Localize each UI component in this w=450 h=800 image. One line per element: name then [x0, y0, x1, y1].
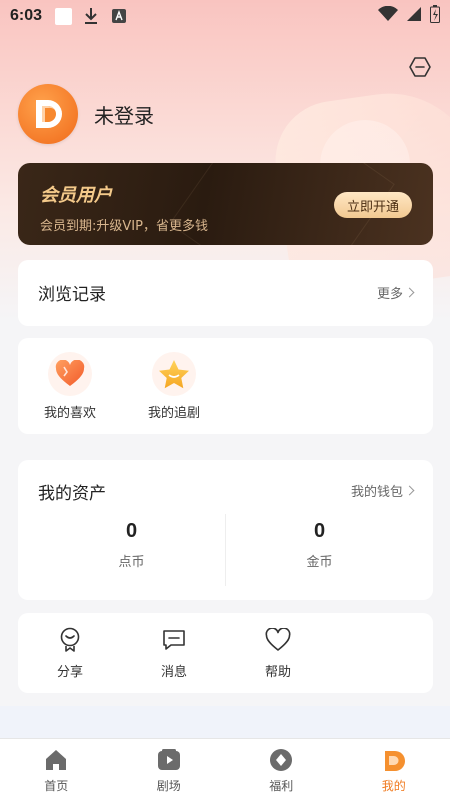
wifi-icon: [378, 5, 398, 26]
bottom-spacer: [0, 706, 450, 740]
my-assets-title: 我的资产: [38, 484, 106, 504]
gold-coins-label: 金币: [306, 555, 333, 570]
chevron-right-icon: [404, 287, 415, 298]
status-bar: 6:03: [0, 0, 450, 32]
browse-history-title: 浏览记录: [38, 285, 106, 305]
settings-button[interactable]: [409, 56, 431, 78]
tab-theater[interactable]: 剧场: [113, 739, 226, 800]
help-label: 帮助: [264, 665, 291, 680]
heart-icon: [48, 352, 92, 396]
my-likes-label: 我的喜欢: [43, 406, 96, 421]
history-more-link[interactable]: 更多: [376, 283, 415, 302]
message-icon: [161, 627, 187, 653]
gold-coins-value: 0: [313, 520, 326, 542]
status-time: 6:03: [10, 7, 43, 24]
tools-card: 分享 消息 帮助: [18, 613, 433, 693]
help-heart-icon: [265, 627, 291, 653]
tab-welfare-label: 福利: [269, 779, 294, 793]
app-logo-icon: [36, 100, 62, 128]
my-likes-button[interactable]: 我的喜欢: [30, 352, 110, 421]
profile-section[interactable]: 未登录: [18, 83, 154, 145]
tab-theater-label: 剧场: [156, 779, 181, 793]
notification-box-icon: [54, 7, 72, 25]
settings-hexagon-icon: [409, 57, 431, 77]
home-icon: [43, 747, 69, 773]
tab-profile-label: 我的: [381, 779, 406, 793]
tab-home[interactable]: 首页: [0, 739, 113, 800]
welfare-icon: [268, 747, 294, 773]
my-assets-card: 我的资产 我的钱包 0 点币 0 金币: [18, 460, 433, 600]
gold-coins-item[interactable]: 0 金币: [216, 520, 423, 570]
my-series-label: 我的追剧: [147, 406, 200, 421]
my-series-button[interactable]: 我的追剧: [134, 352, 214, 421]
login-status-text[interactable]: 未登录: [94, 100, 154, 129]
share-button[interactable]: 分享: [30, 627, 110, 680]
coin-points-item[interactable]: 0 点币: [28, 520, 235, 570]
coin-points-label: 点币: [118, 555, 145, 570]
share-icon: [57, 627, 83, 653]
messages-label: 消息: [160, 665, 187, 680]
chevron-right-icon: [404, 485, 415, 496]
battery-icon: [430, 5, 440, 27]
quick-access-card: 我的喜欢 我的追剧: [18, 338, 433, 434]
signal-icon: [406, 6, 422, 26]
star-icon: [152, 352, 196, 396]
vip-title: 会员用户: [40, 185, 112, 206]
coin-points-value: 0: [125, 520, 138, 542]
tab-profile[interactable]: 我的: [338, 739, 450, 800]
share-label: 分享: [56, 665, 83, 680]
messages-button[interactable]: 消息: [134, 627, 214, 680]
browse-history-card[interactable]: 浏览记录 更多: [18, 260, 433, 326]
help-button[interactable]: 帮助: [238, 627, 318, 680]
font-app-icon: [110, 7, 128, 25]
theater-icon: [156, 747, 182, 773]
wallet-label: 我的钱包: [350, 485, 403, 500]
tab-home-label: 首页: [44, 779, 69, 793]
vip-open-button[interactable]: 立即开通: [334, 192, 412, 218]
tab-welfare[interactable]: 福利: [225, 739, 338, 800]
bottom-tab-bar: 首页 剧场 福利 我的: [0, 738, 450, 800]
vip-subtitle: 会员到期:升级VIP，省更多钱: [40, 219, 208, 234]
vip-card[interactable]: 会员用户 会员到期:升级VIP，省更多钱 立即开通: [18, 163, 433, 245]
download-icon: [82, 7, 100, 25]
avatar[interactable]: [18, 84, 78, 144]
more-label: 更多: [376, 287, 403, 302]
my-wallet-link[interactable]: 我的钱包: [350, 481, 415, 500]
profile-icon: [381, 747, 407, 773]
